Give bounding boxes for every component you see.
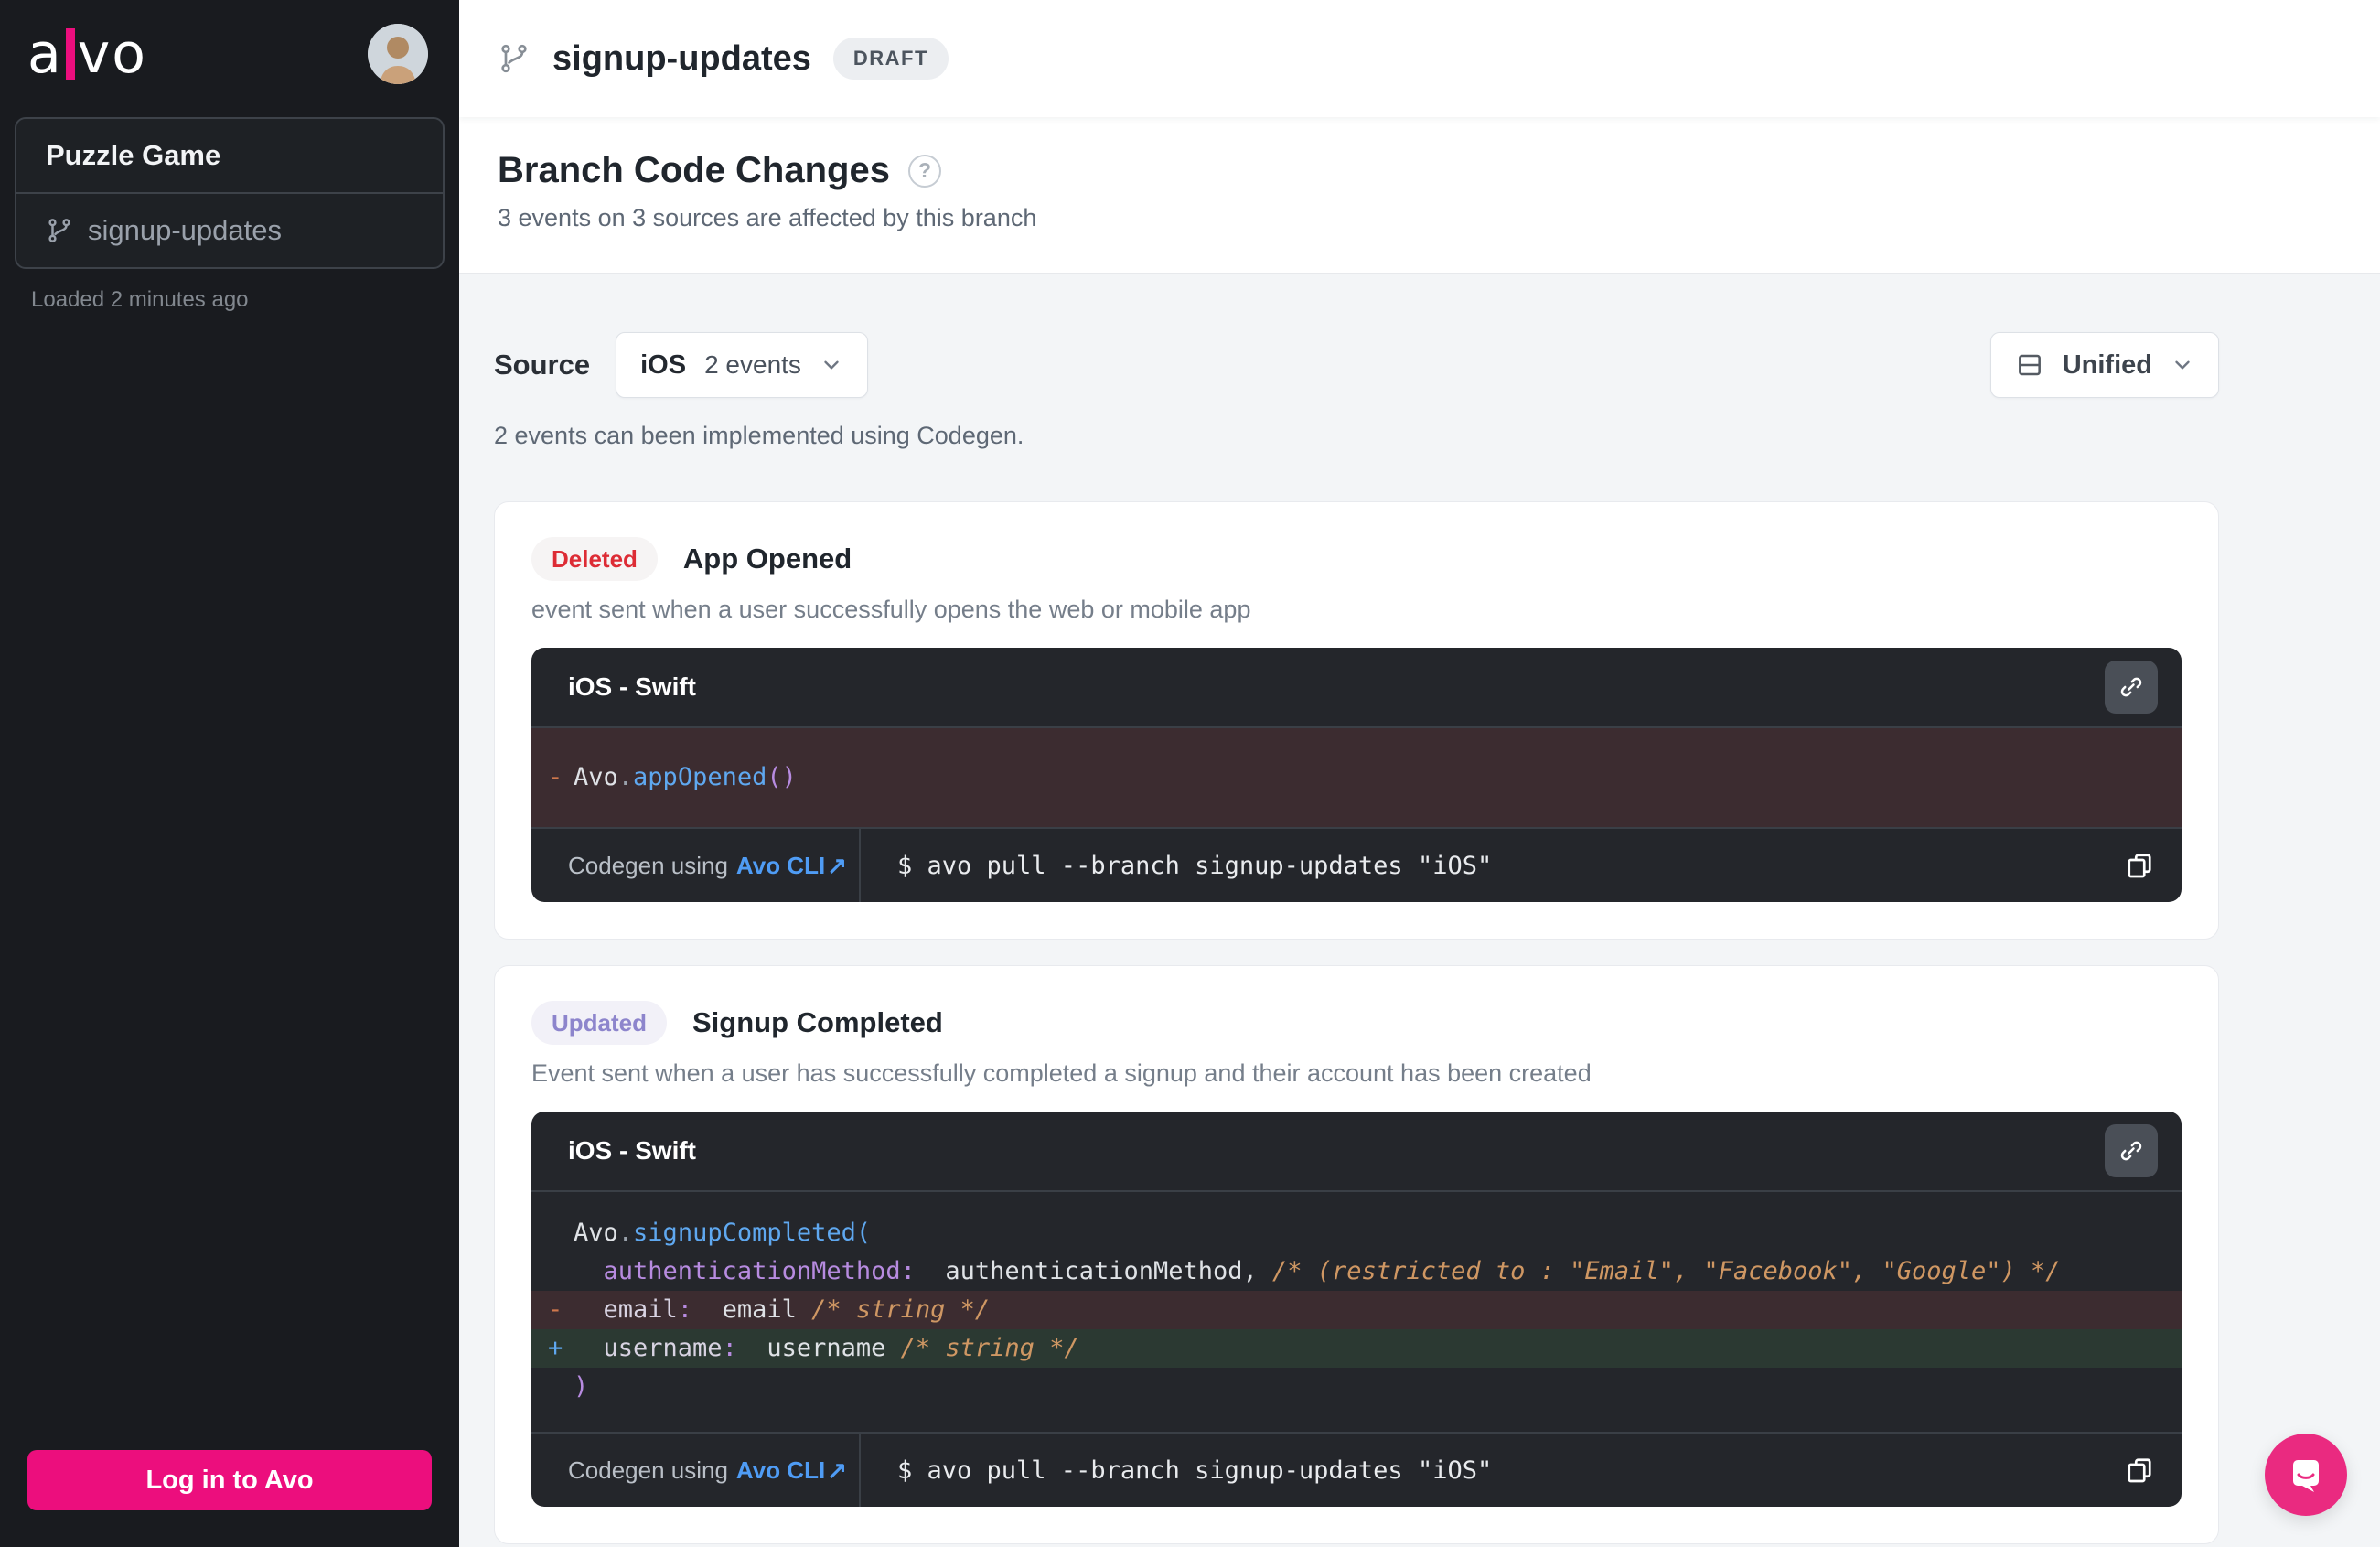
copy-button[interactable]: [2097, 1434, 2182, 1507]
avatar-person-icon: [368, 24, 428, 84]
status-badge-updated: Updated: [531, 1001, 667, 1045]
loaded-status: Loaded 2 minutes ago: [31, 287, 428, 313]
main-area: signup-updates DRAFT Branch Code Changes…: [459, 0, 2380, 1547]
source-label: Source: [494, 349, 590, 381]
git-branch-icon: [46, 217, 73, 244]
code-footer: Codegen using Avo CLI↗ $ avo pull --bran…: [531, 827, 2182, 902]
code-body: Avo.signupCompleted( authenticationMetho…: [531, 1192, 2182, 1432]
logo-letter-a: a: [27, 22, 63, 86]
external-link-icon: ↗: [827, 1456, 847, 1485]
sidebar-branch-item[interactable]: signup-updates: [16, 194, 443, 267]
event-title: App Opened: [683, 543, 852, 575]
source-value: iOS: [640, 350, 686, 381]
sidebar-branch-label: signup-updates: [88, 214, 282, 247]
code-line: ): [531, 1368, 2182, 1406]
event-card-app-opened: Deleted App Opened event sent when a use…: [494, 501, 2219, 940]
code-line: + username: username /* string */: [531, 1329, 2182, 1368]
code-line: -Avo.appOpened(): [531, 728, 2182, 827]
source-event-count: 2 events: [704, 350, 801, 380]
copy-button[interactable]: [2097, 829, 2182, 902]
diff-marker: -: [531, 1291, 574, 1329]
code-block: iOS - Swift -Avo.appOpened() Codegen usi…: [531, 648, 2182, 902]
status-badge-deleted: Deleted: [531, 537, 658, 581]
view-mode-value: Unified: [2063, 350, 2152, 381]
section-header: Branch Code Changes ? 3 events on 3 sour…: [459, 117, 2380, 274]
draft-badge: DRAFT: [833, 38, 949, 80]
code-line: authenticationMethod: authenticationMeth…: [531, 1252, 2182, 1291]
avo-cli-link[interactable]: Avo CLI↗: [736, 1456, 847, 1485]
code-line: - email: email /* string */: [531, 1291, 2182, 1329]
workspace-name[interactable]: Puzzle Game: [16, 119, 443, 194]
branch-header: signup-updates DRAFT: [459, 0, 2380, 117]
link-icon: [2117, 673, 2145, 701]
page-title: signup-updates: [552, 39, 811, 79]
chat-launcher-button[interactable]: [2265, 1434, 2347, 1516]
diff-marker: -: [531, 758, 574, 797]
diff-marker: +: [531, 1329, 574, 1368]
event-description: Event sent when a user has successfully …: [531, 1059, 2182, 1088]
chevron-down-icon: [820, 353, 843, 377]
codegen-prefix: Codegen using: [568, 1456, 728, 1485]
unified-view-icon: [2015, 350, 2044, 380]
sidebar-top: a vo: [0, 0, 459, 104]
logo-pink-bar: [66, 28, 75, 80]
link-button[interactable]: [2105, 661, 2158, 714]
login-button[interactable]: Log in to Avo: [27, 1450, 432, 1510]
user-avatar[interactable]: [368, 24, 428, 84]
cli-command: $ avo pull --branch signup-updates "iOS": [861, 829, 2097, 902]
codegen-note: 2 events can been implemented using Code…: [494, 422, 2219, 450]
event-title: Signup Completed: [692, 1006, 943, 1039]
code-language-label: iOS - Swift: [568, 1136, 696, 1166]
external-link-icon: ↗: [827, 852, 847, 880]
sidebar-spacer: [0, 331, 459, 1450]
chevron-down-icon: [2171, 353, 2194, 377]
link-icon: [2117, 1137, 2145, 1165]
logo-letters-vo: vo: [78, 22, 147, 86]
event-description: event sent when a user successfully open…: [531, 596, 2182, 624]
git-branch-icon: [498, 42, 531, 75]
codegen-prefix: Codegen using: [568, 852, 728, 880]
avo-cli-link[interactable]: Avo CLI↗: [736, 852, 847, 880]
workspace-selector: Puzzle Game signup-updates: [15, 117, 445, 269]
chat-smile-icon: [2284, 1453, 2328, 1497]
toolbar: Source iOS 2 events Unified: [494, 332, 2219, 398]
code-body: -Avo.appOpened(): [531, 728, 2182, 827]
help-icon[interactable]: ?: [908, 155, 941, 188]
copy-icon: [2123, 1454, 2156, 1487]
code-block: iOS - Swift Avo.signupCompleted( authent…: [531, 1112, 2182, 1507]
code-line: Avo.signupCompleted(: [531, 1214, 2182, 1252]
content-area: Source iOS 2 events Unified 2 events can…: [459, 274, 2380, 1547]
avo-logo[interactable]: a vo: [27, 22, 147, 86]
event-card-signup-completed: Updated Signup Completed Event sent when…: [494, 965, 2219, 1544]
source-select[interactable]: iOS 2 events: [616, 332, 868, 398]
code-footer: Codegen using Avo CLI↗ $ avo pull --bran…: [531, 1432, 2182, 1507]
view-mode-select[interactable]: Unified: [1990, 332, 2219, 398]
sidebar: a vo Puzzle Game signup-updates Loaded 2…: [0, 0, 459, 1547]
link-button[interactable]: [2105, 1124, 2158, 1177]
section-title: Branch Code Changes: [498, 150, 890, 191]
code-language-label: iOS - Swift: [568, 672, 696, 702]
section-subtitle: 3 events on 3 sources are affected by th…: [498, 204, 2342, 232]
copy-icon: [2123, 849, 2156, 882]
cli-command: $ avo pull --branch signup-updates "iOS": [861, 1434, 2097, 1507]
